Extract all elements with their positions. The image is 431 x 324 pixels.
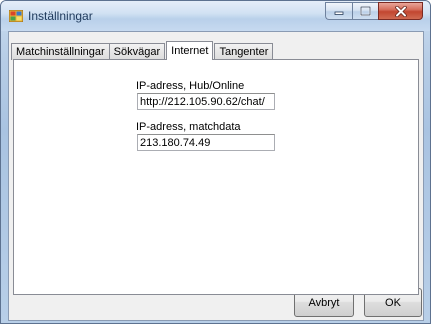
minimize-icon [334, 11, 344, 15]
match-address-input[interactable] [137, 134, 275, 151]
maximize-button[interactable] [352, 2, 378, 20]
tab-sokvagar[interactable]: Sökvägar [108, 43, 166, 60]
close-icon [394, 5, 407, 17]
tab-strip: Matchinställningar Sökvägar Internet Tan… [11, 41, 274, 60]
tab-internet[interactable]: Internet [166, 41, 214, 60]
match-address-label: IP-adress, matchdata [136, 121, 241, 133]
tab-tangenter[interactable]: Tangenter [214, 43, 274, 60]
close-button[interactable] [378, 2, 423, 20]
maximize-icon [360, 6, 371, 16]
hub-address-label: IP-adress, Hub/Online [136, 80, 245, 92]
app-icon [9, 10, 23, 22]
tab-matchinstallningar[interactable]: Matchinställningar [11, 43, 110, 60]
internet-tab-panel: IP-adress, Hub/Online IP-adress, matchda… [13, 59, 419, 295]
window-title: Inställningar [28, 9, 93, 23]
dialog-content: Matchinställningar Sökvägar Internet Tan… [8, 31, 424, 321]
settings-window: Inställningar Matchinställningar Sökväga… [0, 0, 431, 324]
title-bar[interactable]: Inställningar [1, 1, 430, 31]
minimize-button[interactable] [325, 2, 352, 20]
caption-buttons [325, 2, 423, 21]
hub-address-input[interactable] [137, 93, 275, 110]
